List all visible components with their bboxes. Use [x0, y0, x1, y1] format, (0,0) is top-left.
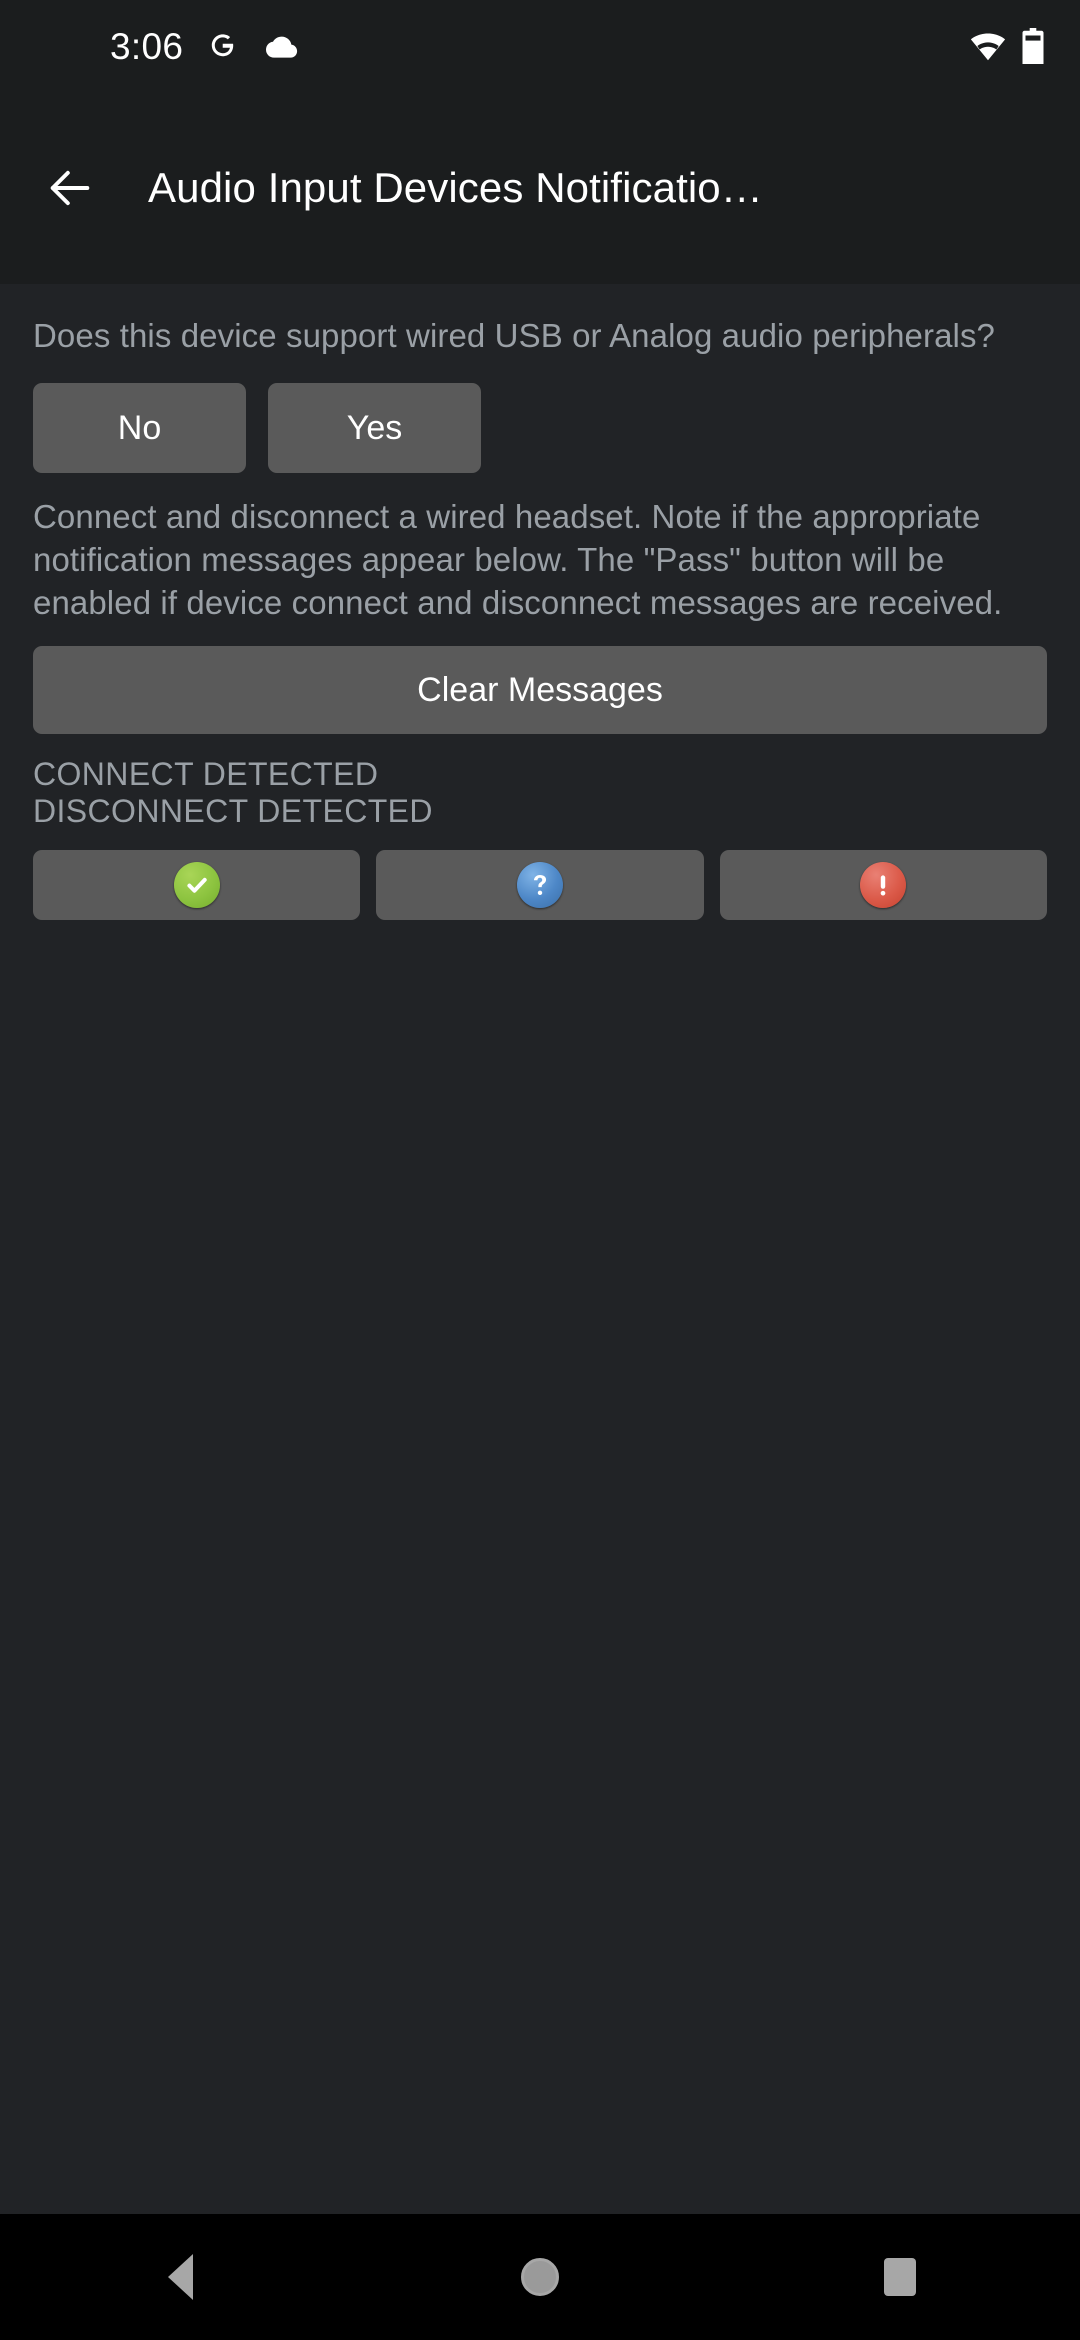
page-title: Audio Input Devices Notificatio… [148, 164, 763, 211]
instructions-text: Connect and disconnect a wired headset. … [33, 498, 1003, 621]
battery-icon [1022, 28, 1044, 64]
connect-detected-label: CONNECT DETECTED [33, 756, 379, 792]
square-recents-icon [884, 2258, 916, 2296]
detection-status-group: CONNECT DETECTED DISCONNECT DETECTED [33, 756, 1047, 830]
nav-home-button[interactable] [460, 2214, 620, 2340]
answer-button-row: No Yes [33, 383, 1047, 473]
check-circle-icon [173, 862, 220, 908]
verdict-button-row [33, 850, 1047, 920]
status-bar-right [970, 28, 1044, 64]
nav-back-button[interactable] [100, 2214, 260, 2340]
wifi-icon [970, 31, 1006, 61]
question-circle-icon [516, 862, 563, 908]
back-arrow-icon[interactable] [44, 162, 96, 214]
google-g-icon [205, 29, 239, 63]
support-question-text: Does this device support wired USB or An… [33, 317, 996, 354]
triangle-back-icon [167, 2254, 193, 2300]
clear-messages-button[interactable]: Clear Messages [33, 646, 1047, 734]
disconnect-detected-label: DISCONNECT DETECTED [33, 793, 433, 829]
status-bar-left: 3:06 [0, 28, 299, 65]
app-bar: Audio Input Devices Notificatio… [0, 92, 1080, 284]
cloud-icon [261, 32, 299, 60]
main-content: Does this device support wired USB or An… [0, 284, 1080, 2214]
circle-home-icon [521, 2258, 559, 2296]
exclamation-circle-icon [860, 862, 907, 908]
status-bar: 3:06 [0, 0, 1080, 92]
yes-button[interactable]: Yes [268, 383, 481, 473]
nav-recents-button[interactable] [820, 2214, 980, 2340]
fail-button[interactable] [719, 850, 1047, 920]
pass-button[interactable] [33, 850, 361, 920]
status-clock: 3:06 [110, 25, 184, 67]
info-button[interactable] [376, 850, 704, 920]
phone-screen: 3:06 Audio Input Devices Notificatio… Do… [0, 0, 1080, 2340]
no-button[interactable]: No [33, 383, 246, 473]
navigation-bar [0, 2214, 1080, 2340]
